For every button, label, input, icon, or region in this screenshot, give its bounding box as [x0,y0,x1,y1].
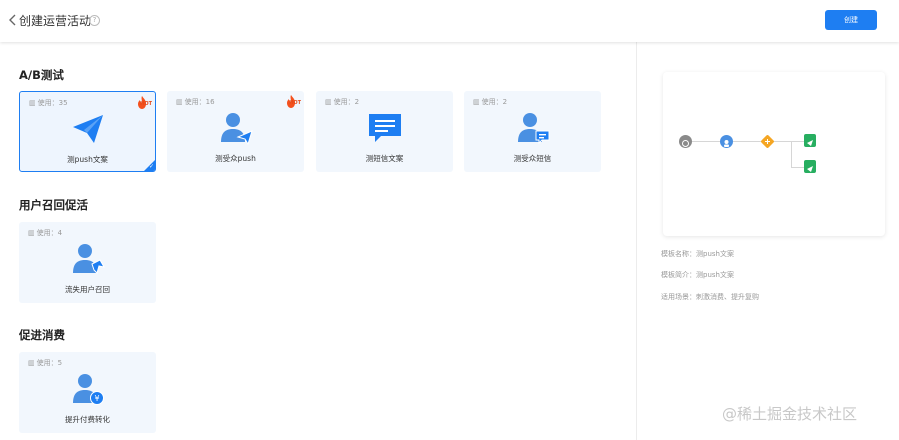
card-label: 流失用户召回 [65,285,110,294]
card-label: 测push文案 [67,155,108,164]
user-yen-icon: ¥ [72,374,104,405]
usage-count: ▥ 使用：4 [28,229,63,237]
create-button[interactable]: 创建 [825,10,877,30]
section-title-user-recall: 用户召回促活 [19,198,88,212]
card-label: 测受众push [215,154,256,163]
power-icon [682,140,689,147]
section-title-promote-consumption: 促进消费 [19,328,65,342]
paper-plane-icon [72,115,103,143]
template-card-paid-conversion[interactable]: ▥ 使用：5 ¥ 提升付费转化 [19,352,156,433]
template-intro-row: 模板简介：测push文案 [661,271,734,279]
top-bar: 创建运营活动 ? 创建 [0,0,899,42]
help-icon[interactable]: ? [89,15,100,26]
flow-push-node-b [804,160,816,173]
usage-count: ▥ 使用：5 [28,359,63,367]
user-icon [724,140,729,147]
flow-audience-node [720,135,733,148]
template-card-audience-sms[interactable]: ▥ 使用：2 测受众短信 [464,91,601,172]
usage-chart-icon: ▥ [325,98,332,106]
template-list-panel: A/B测试 ▥ 使用：35 HOT 测push文案 ✓ ▥ 使用：16 HOT 测受… [0,42,636,440]
user-send-icon [220,113,253,145]
check-icon: ✓ [148,163,154,170]
flow-connector [791,141,805,142]
user-message-icon [517,113,549,145]
usage-count: ▥ 使用：2 [325,98,360,106]
message-icon [368,114,401,142]
flow-branch-node [761,135,774,148]
usage-chart-icon: ▥ [28,229,35,237]
usage-chart-icon: ▥ [473,98,480,106]
usage-count: ▥ 使用：2 [473,98,508,106]
flow-connector [791,167,805,168]
card-label: 提升付费转化 [65,415,110,424]
send-icon [807,140,813,146]
hot-label: HOT [289,100,301,106]
send-icon [807,166,813,172]
usage-chart-icon: ▥ [28,359,35,367]
section-title-ab-test: A/B测试 [19,68,64,82]
card-label: 测短信文案 [365,154,404,163]
usage-count: ▥ 使用：16 [176,98,215,106]
flow-preview [663,72,885,236]
template-card-churned-user-recall[interactable]: ▥ 使用：4 流失用户召回 [19,222,156,303]
chevron-left-icon[interactable] [8,13,18,27]
hot-label: HOT [140,101,152,107]
page-title: 创建运营活动 [19,14,92,28]
template-card-sms-copy[interactable]: ▥ 使用：2 测短信文案 [316,91,453,172]
flow-start-node [679,135,692,148]
user-recall-icon [72,244,105,274]
template-card-audience-push[interactable]: ▥ 使用：16 HOT 测受众push [167,91,304,172]
usage-chart-icon: ▥ [29,99,36,107]
flow-push-node-a [804,134,816,147]
scenario-row: 适用场景：刺激消费、提升复购 [661,293,759,301]
usage-count: ▥ 使用：35 [29,99,68,107]
template-card-push-copy[interactable]: ▥ 使用：35 HOT 测push文案 ✓ [19,91,156,172]
flow-connector [690,141,724,142]
usage-chart-icon: ▥ [176,98,183,106]
watermark: @稀土掘金技术社区 [722,405,858,423]
svg-text:¥: ¥ [94,394,99,403]
flow-connector [791,141,792,167]
template-preview-panel: 模板名称：测push文案 模板简介：测push文案 适用场景：刺激消费、提升复购 [637,42,899,440]
card-label: 测受众短信 [513,154,552,163]
template-name-row: 模板名称：测push文案 [661,250,734,258]
